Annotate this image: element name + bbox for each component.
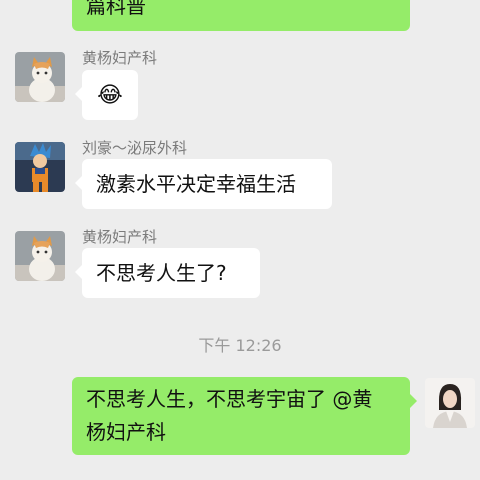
sender-name: 刘豪～泌尿外科 [82, 139, 188, 157]
message-bubble-outgoing-partial[interactable]: 篇科普 [72, 0, 410, 31]
message-text-line-2: 杨妇产科 [86, 420, 166, 444]
message-bubble-emoji[interactable]: 😂 [75, 70, 138, 120]
anime-figure-avatar[interactable] [15, 142, 65, 192]
message-text: 不思考人生了? [96, 261, 227, 285]
message-bubble-incoming[interactable]: 不思考人生了? [75, 248, 260, 298]
message-text: 激素水平决定幸福生活 [96, 172, 296, 196]
sender-name: 黄杨妇产科 [82, 49, 158, 67]
cat-avatar[interactable] [15, 231, 65, 281]
woman-avatar[interactable] [425, 378, 475, 428]
sender-name: 黄杨妇产科 [82, 228, 158, 246]
laughing-tears-emoji: 😂 [97, 83, 123, 108]
message-bubble-incoming[interactable]: 激素水平决定幸福生活 [75, 159, 332, 209]
message-text: 篇科普 [86, 0, 146, 18]
cat-avatar[interactable] [15, 52, 65, 102]
time-divider: 下午 12:26 [198, 336, 282, 355]
message-text-line-1: 不思考人生，不思考宇宙了 @黄 [86, 387, 373, 411]
message-bubble-outgoing[interactable]: 不思考人生，不思考宇宙了 @黄 杨妇产科 [72, 377, 417, 455]
